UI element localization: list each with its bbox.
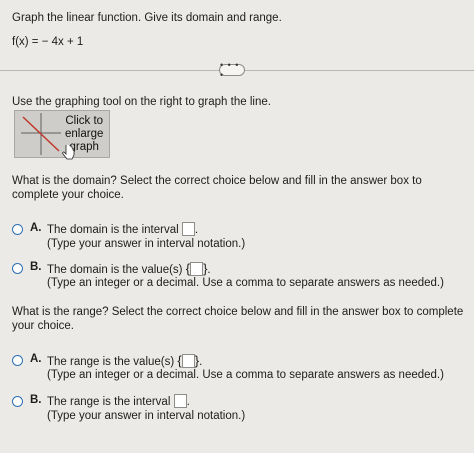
range-option-b-period: . bbox=[186, 396, 190, 408]
enlarge-graph-button[interactable]: Click to enlarge graph bbox=[14, 110, 110, 160]
problem-instruction: Graph the linear function. Give its doma… bbox=[12, 12, 282, 24]
range-option-b-text-row: The range is the interval . bbox=[47, 394, 190, 408]
range-option-a-period: . bbox=[199, 356, 203, 368]
domain-option-a-period: . bbox=[194, 224, 199, 236]
range-interval-answer-box[interactable] bbox=[173, 394, 187, 408]
more-options-button[interactable]: • • • • bbox=[219, 60, 245, 80]
range-option-b-letter: B. bbox=[30, 394, 42, 406]
domain-values-answer-box[interactable] bbox=[190, 262, 204, 276]
range-option-a-letter: A. bbox=[30, 353, 42, 365]
range-option-a-note: (Type an integer or a decimal. Use a com… bbox=[47, 369, 444, 381]
domain-question: What is the domain? Select the correct c… bbox=[12, 175, 422, 201]
graph-prompt: Use the graphing tool on the right to gr… bbox=[12, 96, 271, 108]
range-option-a-text: The range is the value(s) bbox=[47, 356, 175, 368]
graph-thumbnail-icon bbox=[21, 113, 61, 155]
domain-option-b-period: . bbox=[207, 264, 211, 276]
domain-option-a-text: The domain is the interval bbox=[47, 224, 179, 236]
domain-option-b-text: The domain is the value(s) bbox=[47, 264, 183, 276]
range-option-b-note: (Type your answer in interval notation.) bbox=[47, 410, 246, 422]
domain-option-a-text-row: The domain is the interval . bbox=[47, 222, 198, 236]
domain-option-b-note: (Type an integer or a decimal. Use a com… bbox=[47, 277, 444, 289]
domain-option-a-radio[interactable] bbox=[12, 224, 23, 235]
range-question: What is the range? Select the correct ch… bbox=[12, 306, 464, 332]
range-option-b-text: The range is the interval bbox=[47, 396, 171, 408]
range-option-a-text-row: The range is the value(s) {}. bbox=[47, 353, 202, 368]
domain-option-b-radio[interactable] bbox=[12, 263, 23, 274]
range-option-b-radio[interactable] bbox=[12, 396, 23, 407]
hand-cursor-icon bbox=[62, 145, 75, 160]
function-expression: f(x) = − 4x + 1 bbox=[12, 36, 84, 48]
domain-option-a-note: (Type your answer in interval notation.) bbox=[47, 238, 246, 250]
range-values-answer-box[interactable] bbox=[181, 354, 195, 368]
domain-interval-answer-box[interactable] bbox=[181, 222, 195, 236]
domain-option-a-letter: A. bbox=[30, 222, 42, 234]
domain-option-b-text-row: The domain is the value(s) {}. bbox=[47, 261, 211, 276]
domain-option-b-letter: B. bbox=[30, 261, 42, 273]
range-option-a-radio[interactable] bbox=[12, 355, 23, 366]
